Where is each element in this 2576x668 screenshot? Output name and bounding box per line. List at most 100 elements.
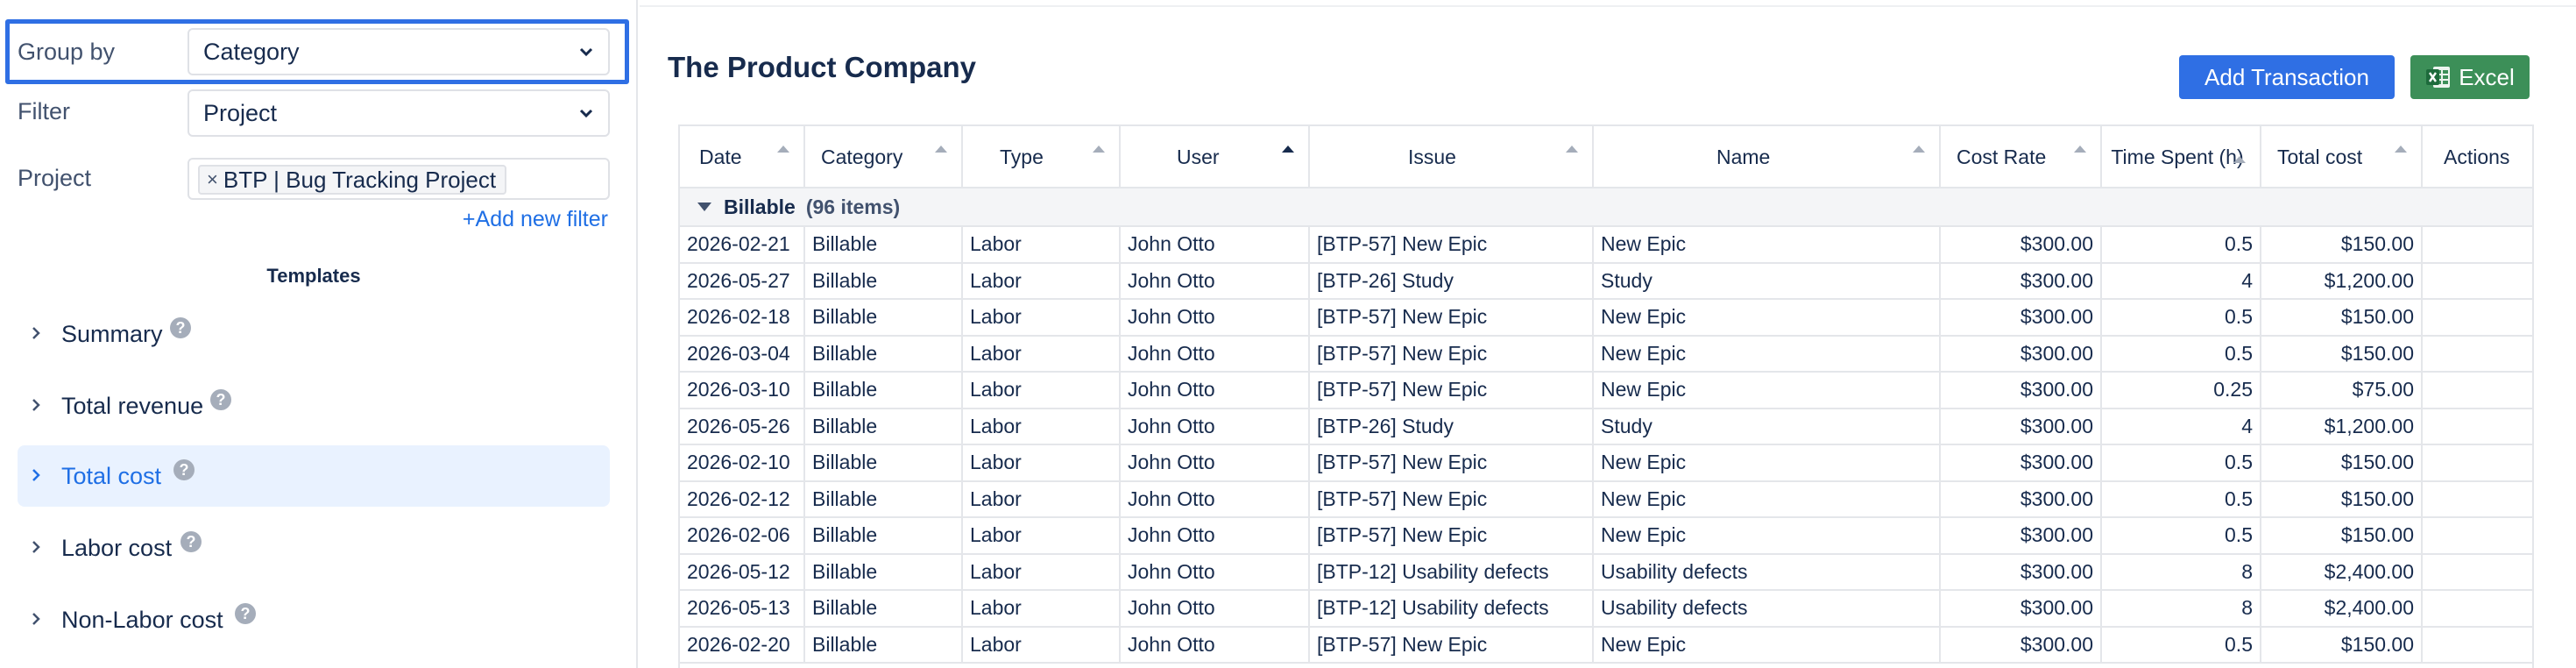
cell-issue: [BTP-57] New Epic: [1309, 480, 1594, 518]
project-multiselect[interactable]: × BTP | Bug Tracking Project: [188, 158, 610, 200]
sort-arrow-icon: [2074, 146, 2086, 153]
sort-arrow-icon: [2233, 156, 2246, 163]
cell-issue: [BTP-57] New Epic: [1309, 626, 1594, 664]
template-labor-cost[interactable]: Labor cost ?: [18, 517, 610, 579]
column-label: Actions: [2444, 145, 2510, 168]
chevron-right-icon: [32, 327, 40, 339]
add-transaction-button[interactable]: Add Transaction: [2179, 55, 2395, 99]
template-label: Non-Labor cost: [61, 607, 223, 633]
sort-arrow-icon: [777, 146, 789, 153]
table-row[interactable]: 2026-02-10 Billable Labor John Otto [BTP-57]…: [680, 444, 2532, 482]
cell-user: John Otto: [1120, 517, 1310, 555]
column-header-time-spent[interactable]: Time Spent (h): [2101, 126, 2261, 188]
template-total-cost[interactable]: Total cost ?: [18, 445, 610, 507]
cell-type: Labor: [962, 372, 1121, 409]
cell-type: Labor: [962, 480, 1121, 518]
excel-export-button[interactable]: Excel: [2410, 55, 2530, 99]
filter-select[interactable]: Project: [188, 89, 610, 137]
cell-issue: [BTP-12] Usability defects: [1309, 553, 1594, 591]
cell-cost-rate: $300.00: [1940, 262, 2102, 300]
cell-category: Billable: [804, 262, 963, 300]
cell-date: 2026-02-18: [680, 299, 805, 337]
table-row[interactable]: 2026-02-20 Billable Labor John Otto [BTP-57]…: [680, 626, 2532, 664]
page-title: The Product Company: [668, 51, 977, 83]
cell-category: Billable: [804, 226, 963, 264]
table-row[interactable]: 2026-05-12 Billable Labor John Otto [BTP-12]…: [680, 553, 2532, 591]
cell-type: Labor: [962, 444, 1121, 482]
column-header-date[interactable]: Date: [680, 126, 805, 188]
cell-name: Study: [1593, 408, 1941, 445]
chevron-right-icon: [32, 613, 40, 625]
table-row[interactable]: 2026-05-13 Billable Labor John Otto [BTP-12]…: [680, 590, 2532, 628]
template-total-revenue[interactable]: Total revenue ?: [18, 375, 610, 437]
add-filter-link[interactable]: +Add new filter: [463, 207, 608, 232]
cell-user: John Otto: [1120, 299, 1310, 337]
group-name: Billable: [724, 195, 796, 218]
cell-user: John Otto: [1120, 262, 1310, 300]
cell-date: 2026-02-10: [680, 444, 805, 482]
cell-issue: [BTP-26] Study: [1309, 262, 1594, 300]
project-chip-label: BTP | Bug Tracking Project: [223, 166, 497, 193]
table-row[interactable]: 2026-02-18 Billable Labor John Otto [BTP-57]…: [680, 299, 2532, 337]
table-row[interactable]: 2026-05-26 Billable Labor John Otto [BTP-26]…: [680, 408, 2532, 445]
cell-category: Billable: [804, 408, 963, 445]
table-row[interactable]: 2026-02-06 Billable Labor John Otto [BTP-57]…: [680, 517, 2532, 555]
column-header-category[interactable]: Category: [804, 126, 963, 188]
chip-remove-icon[interactable]: ×: [207, 168, 218, 191]
help-icon[interactable]: ?: [173, 459, 195, 480]
sort-arrow-icon: [1093, 146, 1105, 153]
cell-actions: [2422, 626, 2532, 664]
template-non-labor-cost[interactable]: Non-Labor cost ?: [18, 589, 610, 650]
group-row-billable[interactable]: Billable (96 items): [680, 188, 2532, 227]
sort-arrow-icon: [1566, 146, 1578, 153]
collapse-caret-icon[interactable]: [696, 201, 713, 213]
cell-type: Labor: [962, 262, 1121, 300]
cell-actions: [2422, 299, 2532, 337]
table-row[interactable]: 2026-03-04 Billable Labor John Otto [BTP-57]…: [680, 335, 2532, 373]
cell-type: Labor: [962, 553, 1121, 591]
cell-time-spent: 0.5: [2101, 335, 2261, 373]
cell-date: 2026-02-21: [680, 226, 805, 264]
group-by-select[interactable]: Category: [188, 28, 610, 75]
cell-name: New Epic: [1593, 372, 1941, 409]
cell-total-cost: $1,200.00: [2261, 262, 2423, 300]
cell-issue: [BTP-57] New Epic: [1309, 335, 1594, 373]
table-row[interactable]: 2026-03-10 Billable Labor John Otto [BTP-57]…: [680, 372, 2532, 409]
cell-cost-rate: $300.00: [1940, 480, 2102, 518]
column-header-type[interactable]: Type: [962, 126, 1121, 188]
cell-time-spent: 0.5: [2101, 444, 2261, 482]
chevron-right-icon: [32, 469, 40, 481]
help-icon[interactable]: ?: [180, 531, 202, 552]
column-header-issue[interactable]: Issue: [1309, 126, 1594, 188]
table-row[interactable]: 2026-02-21 Billable Labor John Otto [BTP-57]…: [680, 226, 2532, 264]
cell-cost-rate: $300.00: [1940, 299, 2102, 337]
cell-actions: [2422, 372, 2532, 409]
group-by-label: Group by: [18, 39, 116, 65]
cell-category: Billable: [804, 299, 963, 337]
help-icon[interactable]: ?: [210, 389, 231, 410]
table-row[interactable]: 2026-05-27 Billable Labor John Otto [BTP-26]…: [680, 262, 2532, 300]
cell-name: New Epic: [1593, 299, 1941, 337]
help-icon[interactable]: ?: [235, 603, 256, 624]
cell-user: John Otto: [1120, 444, 1310, 482]
column-header-name[interactable]: Name: [1593, 126, 1941, 188]
cell-time-spent: 8: [2101, 553, 2261, 591]
cell-actions: [2422, 408, 2532, 445]
cell-name: Study: [1593, 262, 1941, 300]
cell-time-spent: 0.5: [2101, 299, 2261, 337]
cell-time-spent: 0.5: [2101, 626, 2261, 664]
template-summary[interactable]: Summary ?: [18, 303, 610, 365]
column-header-user[interactable]: User: [1120, 126, 1310, 188]
help-icon[interactable]: ?: [170, 317, 191, 338]
filter-label: Filter: [18, 98, 70, 124]
table-row[interactable]: 2026-02-12 Billable Labor John Otto [BTP-57]…: [680, 480, 2532, 518]
column-header-actions: Actions: [2422, 126, 2532, 188]
chevron-right-icon: [32, 399, 40, 411]
column-header-total-cost[interactable]: Total cost: [2261, 126, 2423, 188]
column-header-cost-rate[interactable]: Cost Rate: [1940, 126, 2102, 188]
excel-button-label: Excel: [2459, 63, 2515, 90]
cell-total-cost: $1,200.00: [2261, 408, 2423, 445]
cell-issue: [BTP-12] Usability defects: [1309, 590, 1594, 628]
cell-total-cost: $150.00: [2261, 626, 2423, 664]
cell-name: New Epic: [1593, 226, 1941, 264]
